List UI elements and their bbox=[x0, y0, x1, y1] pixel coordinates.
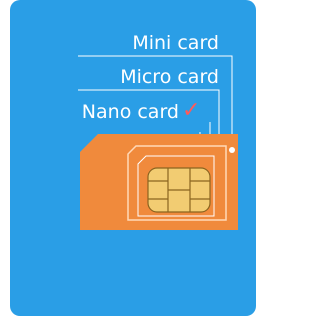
mini-card-notch-dot bbox=[229, 147, 235, 153]
micro-card-label: Micro card bbox=[120, 66, 219, 88]
sim-card-diagram bbox=[78, 55, 238, 230]
check-icon: ✓ bbox=[182, 98, 201, 123]
mini-card-label: Mini card bbox=[132, 32, 219, 54]
sim-chip bbox=[147, 167, 211, 213]
nano-card-label: Nano card bbox=[81, 101, 179, 123]
